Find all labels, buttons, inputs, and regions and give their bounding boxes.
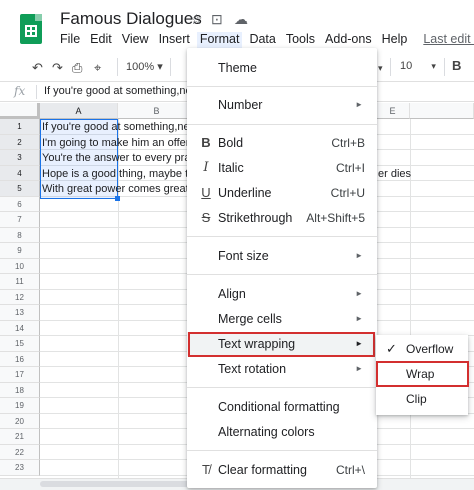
- toolbar-divider: [444, 58, 445, 76]
- submenu-item-overflow[interactable]: ✓ Overflow: [376, 338, 468, 360]
- cell-a2[interactable]: I'm going to make him an offer h: [42, 136, 199, 151]
- row-header[interactable]: 16: [0, 351, 40, 367]
- submenu-arrow-icon: ►: [355, 314, 363, 323]
- menu-item-bold[interactable]: B Bold Ctrl+B: [187, 131, 377, 155]
- last-edit-link[interactable]: Last edit was: [423, 32, 474, 48]
- menu-item-italic[interactable]: I Italic Ctrl+I: [187, 156, 377, 180]
- checkmark-icon: ✓: [386, 341, 397, 356]
- row-header[interactable]: 4: [0, 165, 40, 181]
- menu-data[interactable]: Data: [249, 32, 275, 48]
- menu-format[interactable]: Format: [196, 32, 243, 48]
- row-header[interactable]: 8: [0, 227, 40, 243]
- zoom-select[interactable]: 100% ▾: [126, 60, 163, 73]
- formula-input[interactable]: If you're good at something,never: [44, 85, 207, 97]
- fx-icon: fx: [14, 84, 26, 98]
- bold-icon: B: [201, 135, 211, 150]
- doc-title[interactable]: Famous Dialogues: [60, 9, 202, 29]
- row-header[interactable]: 9: [0, 243, 40, 259]
- menu-divider: [187, 387, 377, 388]
- row-header[interactable]: 20: [0, 413, 40, 429]
- row-header[interactable]: 23: [0, 460, 40, 476]
- row-header[interactable]: 12: [0, 289, 40, 305]
- menu-insert[interactable]: Insert: [159, 32, 190, 48]
- column-header-e[interactable]: E: [376, 103, 410, 119]
- menu-divider: [187, 274, 377, 275]
- cloud-status-icon[interactable]: ☁: [234, 11, 248, 28]
- row-header[interactable]: 17: [0, 367, 40, 383]
- row-header[interactable]: 5: [0, 181, 40, 197]
- bold-button[interactable]: B: [452, 58, 461, 73]
- menu-view[interactable]: View: [122, 32, 149, 48]
- row-header[interactable]: 10: [0, 258, 40, 274]
- paint-format-icon[interactable]: ⌖: [94, 60, 101, 76]
- menu-item-theme[interactable]: Theme: [187, 56, 377, 80]
- select-all-corner[interactable]: [0, 103, 40, 119]
- undo-icon[interactable]: ↶: [32, 60, 43, 76]
- submenu-item-clip[interactable]: Clip: [376, 388, 468, 410]
- cell-overflow-text: er dies: [378, 167, 412, 180]
- row-header[interactable]: 15: [0, 336, 40, 352]
- menu-item-alternating-colors[interactable]: Alternating colors: [187, 420, 377, 444]
- submenu-arrow-icon: ►: [355, 364, 363, 373]
- row-header[interactable]: 3: [0, 150, 40, 166]
- menu-item-align[interactable]: Align ►: [187, 282, 377, 306]
- row-header[interactable]: 18: [0, 382, 40, 398]
- submenu-arrow-icon: ►: [355, 289, 363, 298]
- toolbar-divider: [390, 58, 391, 76]
- row-header[interactable]: 1: [0, 119, 40, 135]
- cell-a4[interactable]: Hope is a good thing, maybe th: [42, 167, 194, 182]
- cell-a5[interactable]: With great power comes great r: [42, 182, 195, 197]
- menu-addons[interactable]: Add-ons: [325, 32, 372, 48]
- highlight-box-wrap: [376, 361, 469, 387]
- submenu-arrow-icon: ►: [355, 100, 363, 109]
- menu-item-conditional-formatting[interactable]: Conditional formatting: [187, 395, 377, 419]
- toolbar-divider: [117, 58, 118, 76]
- row-header[interactable]: 19: [0, 398, 40, 414]
- italic-icon: I: [203, 160, 209, 175]
- print-icon[interactable]: ⎙: [72, 60, 82, 76]
- row-header[interactable]: 6: [0, 196, 40, 212]
- submenu-arrow-icon: ►: [355, 251, 363, 260]
- row-header[interactable]: 14: [0, 320, 40, 336]
- sheets-logo[interactable]: [20, 14, 42, 44]
- redo-icon[interactable]: ↷: [52, 60, 63, 76]
- menu-edit[interactable]: Edit: [90, 32, 112, 48]
- menu-help[interactable]: Help: [382, 32, 408, 48]
- clear-formatting-icon: T̸: [202, 462, 210, 477]
- column-header-a[interactable]: A: [40, 103, 118, 119]
- menu-tools[interactable]: Tools: [286, 32, 315, 48]
- menu-item-font-size[interactable]: Font size ►: [187, 244, 377, 268]
- menu-divider: [187, 124, 377, 125]
- menu-divider: [187, 236, 377, 237]
- move-folder-icon[interactable]: ⊡: [211, 11, 223, 28]
- menu-item-clear-formatting[interactable]: T̸ Clear formatting Ctrl+\: [187, 458, 377, 482]
- menu-item-underline[interactable]: U Underline Ctrl+U: [187, 181, 377, 205]
- row-header[interactable]: 21: [0, 429, 40, 445]
- underline-icon: U: [201, 185, 211, 200]
- column-header-f[interactable]: [410, 103, 474, 119]
- menubar: File Edit View Insert Format Data Tools …: [60, 32, 474, 48]
- star-icon[interactable]: ☆: [190, 11, 203, 28]
- font-dropdown-arrow-icon[interactable]: ▾: [378, 63, 383, 74]
- cell-a1[interactable]: If you're good at something,never: [42, 120, 205, 135]
- highlight-box-text-wrapping: [188, 332, 375, 357]
- row-header[interactable]: 13: [0, 305, 40, 321]
- cell-a3[interactable]: You're the answer to every pray: [42, 151, 196, 166]
- menu-item-number[interactable]: Number ►: [187, 93, 377, 117]
- menu-item-text-rotation[interactable]: Text rotation ►: [187, 357, 377, 381]
- menu-divider: [187, 86, 377, 87]
- menu-divider: [187, 450, 377, 451]
- strikethrough-icon: S: [201, 210, 211, 225]
- menu-file[interactable]: File: [60, 32, 80, 48]
- row-header[interactable]: 22: [0, 444, 40, 460]
- menu-item-strikethrough[interactable]: S Strikethrough Alt+Shift+5: [187, 206, 377, 230]
- font-size-select[interactable]: 10 ▾: [400, 60, 436, 72]
- formula-divider: [36, 85, 37, 99]
- toolbar-divider: [170, 58, 171, 76]
- row-header[interactable]: 7: [0, 212, 40, 228]
- column-header-b[interactable]: B: [118, 103, 196, 119]
- row-header[interactable]: 11: [0, 274, 40, 290]
- menu-item-merge-cells[interactable]: Merge cells ►: [187, 307, 377, 331]
- row-header[interactable]: 2: [0, 134, 40, 150]
